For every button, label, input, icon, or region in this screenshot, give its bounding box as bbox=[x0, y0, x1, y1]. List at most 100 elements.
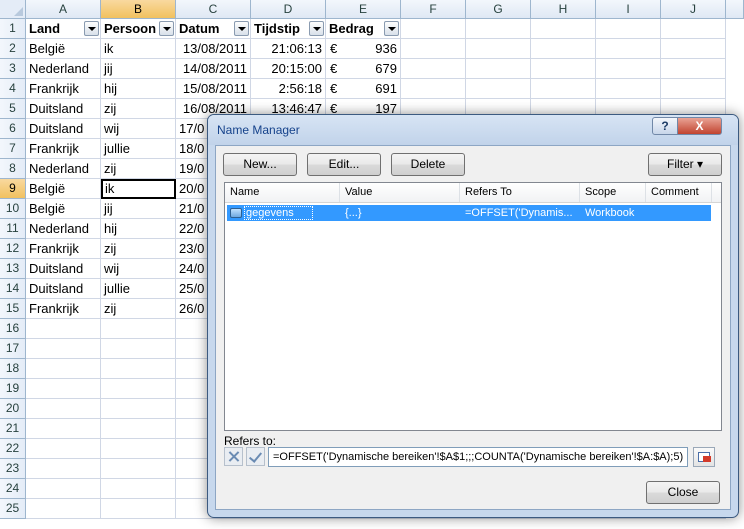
row-header-11[interactable]: 11 bbox=[0, 219, 26, 239]
cell[interactable]: jullie bbox=[101, 279, 176, 299]
cell[interactable] bbox=[401, 39, 466, 59]
cell[interactable]: wij bbox=[101, 119, 176, 139]
cell[interactable]: Frankrijk bbox=[26, 239, 101, 259]
column-header-h[interactable]: H bbox=[531, 0, 596, 19]
cell[interactable] bbox=[401, 19, 466, 39]
cell[interactable] bbox=[26, 339, 101, 359]
cell[interactable] bbox=[26, 459, 101, 479]
cell[interactable] bbox=[26, 479, 101, 499]
filter-dropdown-icon[interactable] bbox=[234, 21, 249, 36]
names-list[interactable]: Name Value Refers To Scope Comment gegev… bbox=[224, 182, 722, 431]
cell[interactable] bbox=[466, 59, 531, 79]
filter-dropdown-icon[interactable] bbox=[159, 21, 174, 36]
cell[interactable]: €691 bbox=[326, 79, 401, 99]
cell[interactable] bbox=[596, 59, 661, 79]
column-header-g[interactable]: G bbox=[466, 0, 531, 19]
cell[interactable] bbox=[661, 79, 726, 99]
cell[interactable]: 15/08/2011 bbox=[176, 79, 251, 99]
row-header-4[interactable]: 4 bbox=[0, 79, 26, 99]
col-header-name[interactable]: Name bbox=[225, 183, 340, 202]
row-header-10[interactable]: 10 bbox=[0, 199, 26, 219]
column-header-f[interactable]: F bbox=[401, 0, 466, 19]
col-header-value[interactable]: Value bbox=[340, 183, 460, 202]
cell[interactable]: 13/08/2011 bbox=[176, 39, 251, 59]
active-cell[interactable]: ik bbox=[101, 179, 176, 199]
cell[interactable] bbox=[596, 19, 661, 39]
cell[interactable]: jij bbox=[101, 59, 176, 79]
cell[interactable]: Nederland bbox=[26, 159, 101, 179]
help-button[interactable]: ? bbox=[652, 117, 678, 135]
cell[interactable]: ik bbox=[101, 39, 176, 59]
row-header-20[interactable]: 20 bbox=[0, 399, 26, 419]
cell[interactable] bbox=[26, 499, 101, 519]
cell[interactable]: Duitsland bbox=[26, 259, 101, 279]
row-header-25[interactable]: 25 bbox=[0, 499, 26, 519]
row-header-1[interactable]: 1 bbox=[0, 19, 26, 39]
cell[interactable] bbox=[661, 39, 726, 59]
close-window-button[interactable]: X bbox=[677, 117, 722, 135]
cell[interactable]: Duitsland bbox=[26, 119, 101, 139]
new-button[interactable]: New... bbox=[223, 153, 297, 176]
cell[interactable] bbox=[466, 39, 531, 59]
cell[interactable] bbox=[531, 79, 596, 99]
cell[interactable] bbox=[26, 319, 101, 339]
name-row[interactable]: gegevens {...} =OFFSET('Dynamis... Workb… bbox=[227, 205, 711, 221]
row-header-2[interactable]: 2 bbox=[0, 39, 26, 59]
row-header-24[interactable]: 24 bbox=[0, 479, 26, 499]
column-header-e[interactable]: E bbox=[326, 0, 401, 19]
cell[interactable]: Duitsland bbox=[26, 99, 101, 119]
select-all-corner[interactable] bbox=[0, 0, 26, 19]
cell[interactable] bbox=[101, 399, 176, 419]
cell[interactable]: jij bbox=[101, 199, 176, 219]
filter-dropdown-icon[interactable] bbox=[84, 21, 99, 36]
column-header-i[interactable]: I bbox=[596, 0, 661, 19]
cell[interactable] bbox=[531, 39, 596, 59]
cell[interactable] bbox=[661, 59, 726, 79]
cell[interactable]: Frankrijk bbox=[26, 299, 101, 319]
col-header-refers-to[interactable]: Refers To bbox=[460, 183, 580, 202]
cell[interactable] bbox=[101, 419, 176, 439]
cell[interactable] bbox=[101, 319, 176, 339]
cell[interactable]: zij bbox=[101, 159, 176, 179]
cell[interactable]: België bbox=[26, 179, 101, 199]
filter-dropdown-icon[interactable] bbox=[384, 21, 399, 36]
cell[interactable]: hij bbox=[101, 79, 176, 99]
cell[interactable] bbox=[101, 439, 176, 459]
cell[interactable]: 21:06:13 bbox=[251, 39, 326, 59]
cell[interactable]: hij bbox=[101, 219, 176, 239]
row-header-15[interactable]: 15 bbox=[0, 299, 26, 319]
cell[interactable]: zij bbox=[101, 299, 176, 319]
cell[interactable] bbox=[101, 499, 176, 519]
row-header-7[interactable]: 7 bbox=[0, 139, 26, 159]
collapse-dialog-icon[interactable] bbox=[693, 447, 715, 467]
close-button[interactable]: Close bbox=[646, 481, 720, 504]
cell[interactable] bbox=[531, 59, 596, 79]
row-header-9[interactable]: 9 bbox=[0, 179, 26, 199]
row-header-6[interactable]: 6 bbox=[0, 119, 26, 139]
cell[interactable] bbox=[101, 359, 176, 379]
cell[interactable] bbox=[101, 479, 176, 499]
row-header-3[interactable]: 3 bbox=[0, 59, 26, 79]
cell[interactable] bbox=[101, 379, 176, 399]
filter-button[interactable]: Filter ▾ bbox=[648, 153, 722, 176]
cell[interactable]: Frankrijk bbox=[26, 139, 101, 159]
cell[interactable]: zij bbox=[101, 239, 176, 259]
cell[interactable]: 2:56:18 bbox=[251, 79, 326, 99]
row-header-12[interactable]: 12 bbox=[0, 239, 26, 259]
row-header-8[interactable]: 8 bbox=[0, 159, 26, 179]
column-header-b[interactable]: B bbox=[101, 0, 176, 19]
cell[interactable] bbox=[26, 399, 101, 419]
column-header-j[interactable]: J bbox=[661, 0, 726, 19]
cell[interactable] bbox=[26, 419, 101, 439]
col-header-comment[interactable]: Comment bbox=[646, 183, 712, 202]
cell[interactable]: Duitsland bbox=[26, 279, 101, 299]
row-header-13[interactable]: 13 bbox=[0, 259, 26, 279]
cell[interactable] bbox=[401, 59, 466, 79]
cancel-edit-icon[interactable] bbox=[224, 447, 243, 466]
row-header-14[interactable]: 14 bbox=[0, 279, 26, 299]
row-header-21[interactable]: 21 bbox=[0, 419, 26, 439]
cell[interactable]: Nederland bbox=[26, 219, 101, 239]
cell[interactable]: België bbox=[26, 199, 101, 219]
cell[interactable]: €936 bbox=[326, 39, 401, 59]
cell[interactable]: Nederland bbox=[26, 59, 101, 79]
